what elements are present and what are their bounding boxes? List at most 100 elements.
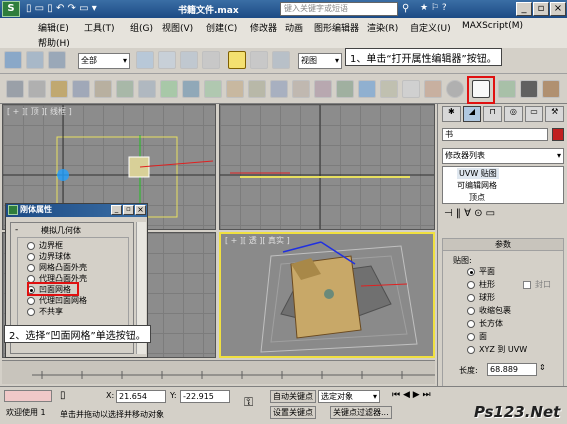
- select-by-name-icon[interactable]: [158, 51, 176, 69]
- menu-customize[interactable]: 自定义(U): [410, 21, 451, 34]
- sim-radio-bbox[interactable]: [27, 242, 35, 250]
- playback-controls[interactable]: ⏮ ◀ ▶ ⏭: [392, 390, 431, 400]
- app-logo-icon[interactable]: S: [2, 1, 20, 17]
- cap-checkbox[interactable]: [523, 281, 531, 289]
- length-spinner-icon[interactable]: ⇕: [539, 363, 546, 372]
- wand-icon[interactable]: [116, 80, 134, 98]
- snaps-icon[interactable]: [6, 80, 24, 98]
- bind-spacewarp-icon[interactable]: [48, 51, 66, 69]
- selection-lock-icon[interactable]: [28, 80, 46, 98]
- dialog-maximize-button[interactable]: ▫: [123, 205, 134, 215]
- group-toggle-icon[interactable]: -: [15, 225, 18, 235]
- maxscript-listener[interactable]: [4, 390, 52, 402]
- select-rotate-icon[interactable]: [250, 51, 268, 69]
- close-button[interactable]: ×: [550, 2, 566, 16]
- object-name-field[interactable]: 书: [442, 128, 548, 141]
- selected-dropdown[interactable]: 选定对象: [318, 390, 380, 403]
- object-color-swatch[interactable]: [552, 128, 564, 141]
- stack-item-editable-mesh[interactable]: 可编辑网格: [457, 180, 497, 191]
- dialog-minimize-button[interactable]: _: [111, 205, 122, 215]
- stack-tools[interactable]: ⊣ ‖ ∀ ⊙ ▭: [444, 208, 495, 219]
- pull-arrow-icon[interactable]: [498, 80, 516, 98]
- mapping-radio-shrinkwrap[interactable]: [467, 307, 475, 315]
- mapping-radio-box[interactable]: [467, 320, 475, 328]
- viewport-top-label[interactable]: [ + ][ 顶 ][ 线框 ]: [7, 106, 72, 117]
- reference-coord-dropdown[interactable]: 视图: [298, 53, 342, 69]
- mapping-radio-xyz-uvw[interactable]: [467, 346, 475, 354]
- selection-lock-toggle-icon[interactable]: ▯: [60, 390, 66, 401]
- select-scale-icon[interactable]: [272, 51, 290, 69]
- panel-tabs[interactable]: ✱ ◢ ⊓ ◎ ▭ ⚒: [442, 106, 565, 122]
- utilities-tab-icon[interactable]: ⚒: [545, 106, 565, 122]
- preview-icon[interactable]: [424, 80, 442, 98]
- sim-radio-unshared[interactable]: [27, 308, 35, 316]
- link-icon[interactable]: [4, 51, 22, 69]
- length-field[interactable]: 68.889: [487, 363, 537, 376]
- x-coordinate-field[interactable]: 21.654: [116, 390, 166, 403]
- camera-icon[interactable]: [520, 80, 538, 98]
- rope-icon[interactable]: [248, 80, 266, 98]
- menu-maxscript[interactable]: MAXScript(M): [462, 21, 523, 31]
- create-tab-icon[interactable]: ✱: [442, 106, 461, 122]
- mapping-radio-planar[interactable]: [467, 268, 475, 276]
- maximize-button[interactable]: ▫: [533, 2, 549, 16]
- color-clipboard-icon[interactable]: [50, 80, 68, 98]
- water-icon[interactable]: [358, 80, 376, 98]
- menu-graph-editors[interactable]: 图形编辑器: [314, 21, 359, 34]
- quick-access-toolbar[interactable]: ▯ ▭ ▯ ↶ ↷ ▭ ▾: [26, 3, 97, 14]
- group-title[interactable]: 模拟几何体: [41, 225, 81, 236]
- selection-filter-dropdown[interactable]: 全部: [78, 53, 130, 69]
- motion-tab-icon[interactable]: ◎: [504, 106, 523, 122]
- stack-item-vertex[interactable]: 顶点: [469, 192, 485, 203]
- menu-tools[interactable]: 工具(T): [84, 21, 115, 34]
- rigid-body-icon[interactable]: [182, 80, 200, 98]
- set-key-button[interactable]: 设置关键点: [270, 406, 316, 419]
- stack-item-uvw[interactable]: UVW 贴图: [457, 168, 499, 179]
- hierarchy-tab-icon[interactable]: ⊓: [483, 106, 503, 122]
- search-icon[interactable]: ⚲: [402, 3, 409, 14]
- search-input[interactable]: 键入关键字或短语: [280, 2, 398, 16]
- cube-icon[interactable]: [160, 80, 178, 98]
- pencil-icon[interactable]: [72, 80, 90, 98]
- sim-radio-mesh-convex[interactable]: [27, 264, 35, 272]
- select-move-icon[interactable]: [228, 51, 246, 69]
- mapping-radio-cylindrical[interactable]: [467, 281, 475, 289]
- menu-modifiers[interactable]: 修改器: [250, 21, 277, 34]
- render-icon[interactable]: [542, 80, 560, 98]
- select-object-icon[interactable]: [136, 51, 154, 69]
- auto-key-button[interactable]: 自动关键点: [270, 390, 316, 403]
- modify-tab-icon[interactable]: ◢: [462, 106, 482, 122]
- menu-create[interactable]: 创建(C): [206, 21, 237, 34]
- eye-icon[interactable]: [138, 80, 156, 98]
- sphere-icon[interactable]: [446, 80, 464, 98]
- time-ruler[interactable]: [2, 360, 435, 384]
- menu-animation[interactable]: 动画: [285, 21, 303, 34]
- menu-edit[interactable]: 编辑(E): [38, 21, 69, 34]
- dashpot-icon[interactable]: [380, 80, 398, 98]
- fracture-icon[interactable]: [226, 80, 244, 98]
- spring-icon[interactable]: [314, 80, 332, 98]
- motor-icon[interactable]: [292, 80, 310, 98]
- brush-icon[interactable]: [94, 80, 112, 98]
- modifier-list-dropdown[interactable]: 修改器列表: [442, 148, 564, 164]
- sim-radio-proxy-concave[interactable]: [27, 297, 35, 305]
- y-coordinate-field[interactable]: -22.915: [180, 390, 230, 403]
- key-filters-button[interactable]: 关键点过滤器...: [330, 406, 392, 419]
- rollout-title[interactable]: 参数: [443, 239, 563, 251]
- viewport-perspective[interactable]: [ + ][ 透 ][ 真实 ]: [219, 232, 435, 358]
- region-select-icon[interactable]: [180, 51, 198, 69]
- wind-icon[interactable]: [270, 80, 288, 98]
- minimize-button[interactable]: _: [516, 2, 532, 16]
- help-icons[interactable]: ★ ⚐ ?: [420, 3, 447, 13]
- viewport-front[interactable]: [219, 104, 435, 230]
- window-crossing-icon[interactable]: [202, 51, 220, 69]
- mapping-radio-face[interactable]: [467, 333, 475, 341]
- menu-rendering[interactable]: 渲染(R): [367, 21, 398, 34]
- mr-icon[interactable]: [402, 80, 420, 98]
- dialog-close-button[interactable]: ×: [135, 205, 146, 215]
- cloth-icon[interactable]: [204, 80, 222, 98]
- display-tab-icon[interactable]: ▭: [524, 106, 544, 122]
- key-icon[interactable]: ⚿: [244, 395, 253, 410]
- unlink-icon[interactable]: [26, 51, 44, 69]
- sim-radio-bsphere[interactable]: [27, 253, 35, 261]
